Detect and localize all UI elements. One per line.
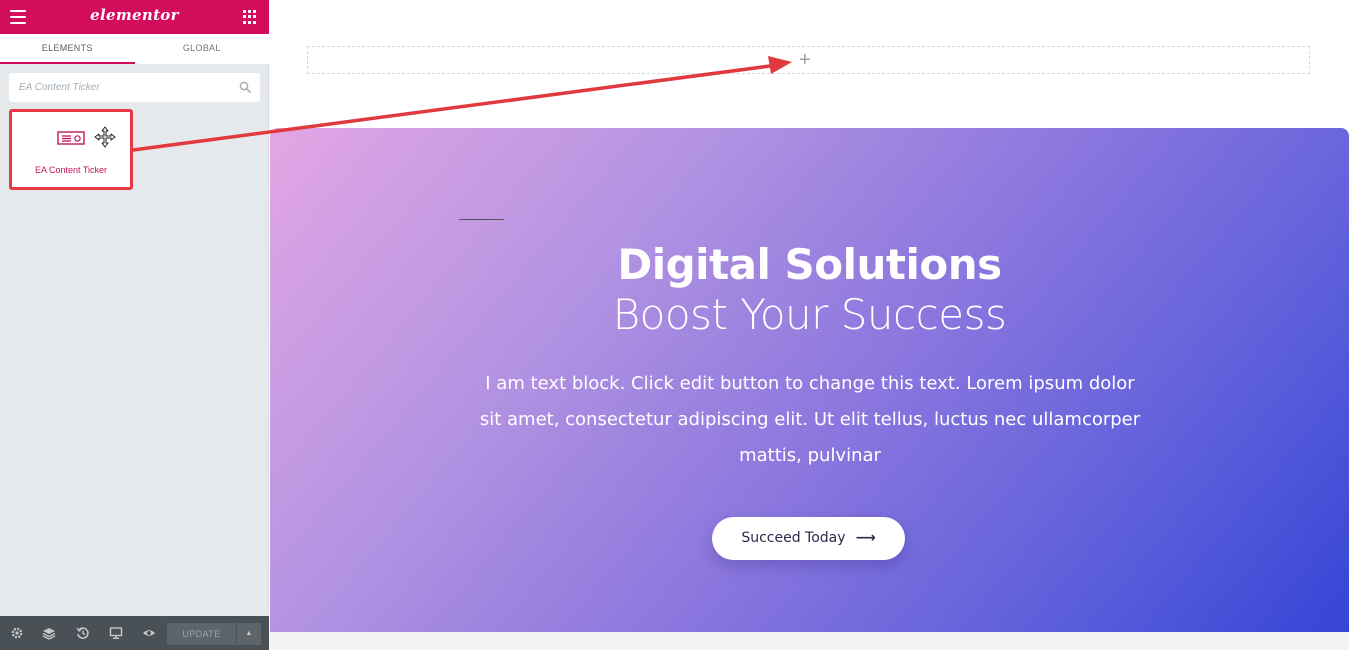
widgets-grid-icon[interactable] [243, 10, 257, 24]
hero-section[interactable]: Digital Solutions Boost Your Success I a… [270, 128, 1349, 632]
layers-icon[interactable] [42, 626, 56, 640]
add-section-dropzone[interactable]: + [307, 46, 1310, 74]
panel-header: elementor [0, 0, 269, 34]
hero-text-block: I am text block. Click edit button to ch… [479, 373, 1141, 466]
search-icon[interactable] [239, 81, 251, 93]
arrow-right-icon: ⟶ [855, 530, 876, 546]
add-section-icon[interactable]: + [799, 50, 811, 70]
hero-title: Digital Solutions [617, 240, 1002, 289]
widget-search-input[interactable] [9, 73, 229, 102]
history-icon[interactable] [76, 626, 90, 640]
succeed-today-button[interactable]: Succeed Today ⟶ [712, 517, 905, 560]
button-label: Succeed Today [741, 530, 846, 546]
tab-global[interactable]: GLOBAL [135, 34, 270, 64]
panel-tabs: ELEMENTS GLOBAL [0, 34, 269, 64]
widget-ea-content-ticker[interactable]: EA Content Ticker [9, 109, 133, 190]
save-options-button[interactable]: ▲ [237, 623, 261, 645]
editor-panel: elementor ELEMENTS GLOBAL EA Content Tic… [0, 0, 269, 650]
move-cursor-icon [94, 126, 116, 148]
tab-elements[interactable]: ELEMENTS [0, 34, 135, 64]
divider-line [459, 219, 504, 220]
update-button[interactable]: UPDATE [167, 623, 236, 645]
content-ticker-icon [57, 131, 85, 145]
responsive-icon[interactable] [109, 626, 123, 640]
preview-icon[interactable] [142, 626, 156, 640]
widget-search [9, 73, 260, 102]
hero-subtitle: Boost Your Success [612, 290, 1007, 339]
elementor-logo: elementor [90, 6, 179, 24]
widget-label: EA Content Ticker [34, 165, 108, 175]
next-section-edge [270, 632, 1349, 650]
panel-footer: UPDATE ▲ [0, 616, 269, 650]
settings-icon[interactable] [10, 626, 24, 640]
